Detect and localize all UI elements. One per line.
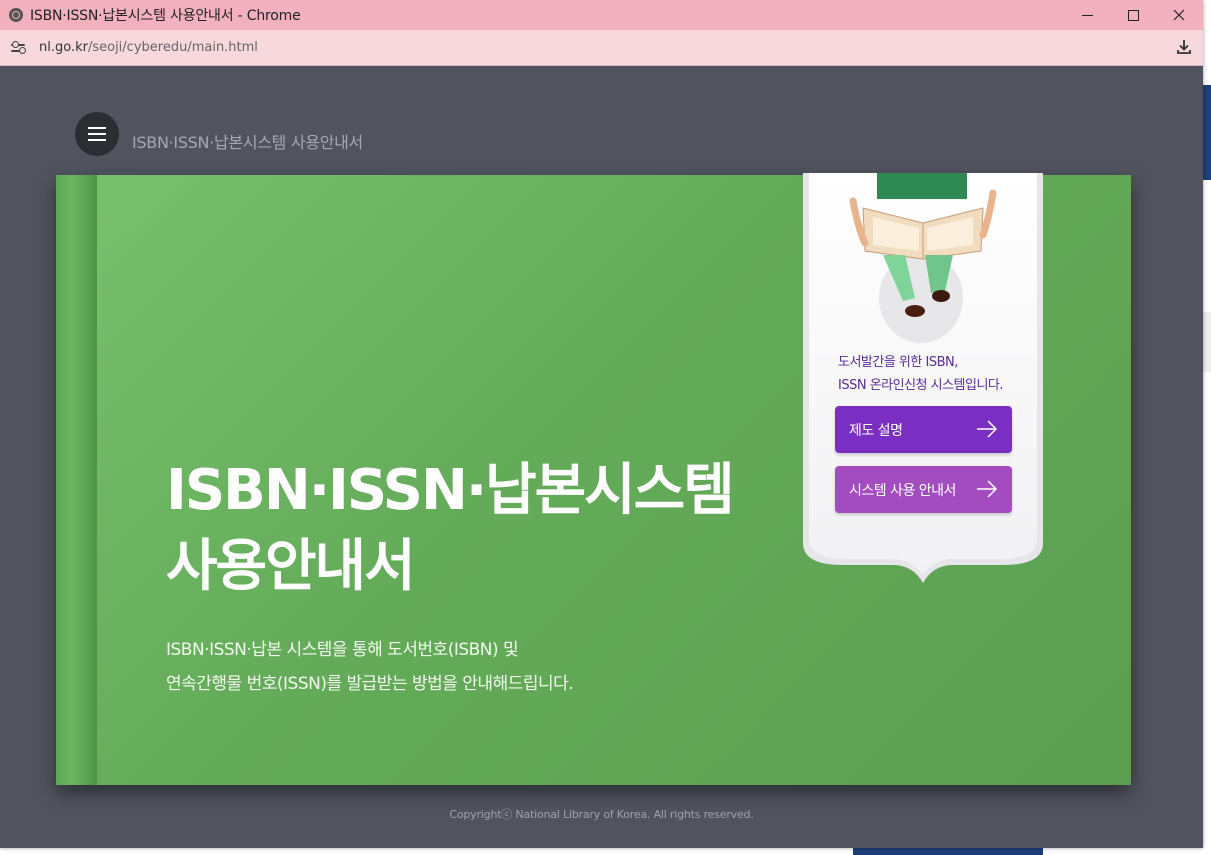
background-band: [1203, 312, 1211, 372]
minimize-icon: [1081, 14, 1093, 16]
window-title: ISBN·ISSN·납본시스템 사용안내서 - Chrome: [30, 8, 301, 24]
hamburger-icon: [88, 127, 106, 129]
title-bar[interactable]: ISBN·ISSN·납본시스템 사용안내서 - Chrome: [0, 0, 1203, 30]
book-spine: [56, 175, 97, 785]
bookmark-text-line1: 도서발간을 위한 ISBN,: [838, 355, 958, 370]
hero-title: ISBN·ISSN·납본시스템 사용안내서: [166, 453, 766, 605]
copyright-text: Copyrightⓒ National Library of Korea. Al…: [449, 808, 754, 821]
maximize-icon: [1127, 9, 1139, 21]
minimize-button[interactable]: [1064, 0, 1110, 30]
system-guide-button[interactable]: 시스템 사용 안내서: [835, 466, 1012, 513]
download-icon[interactable]: [1175, 38, 1193, 56]
page-content: ISBN·ISSN·납본시스템 사용안내서 ISBN·ISSN·납본시스템 사용…: [0, 66, 1203, 848]
hero-title-line2: 사용안내서: [166, 534, 416, 599]
bookmark-text-line2: ISSN 온라인신청 시스템입니다.: [838, 378, 1004, 393]
url-path: /seoji/cyberedu/main.html: [87, 40, 258, 55]
chrome-popup-window: ISBN·ISSN·납본시스템 사용안내서 - Chrome nl.go.kr/…: [0, 0, 1203, 848]
url-domain: nl.go.kr: [39, 40, 88, 55]
background-page: [1203, 0, 1211, 855]
address-bar[interactable]: nl.go.kr/seoji/cyberedu/main.html: [0, 30, 1203, 66]
page-title: ISBN·ISSN·납본시스템 사용안내서: [132, 133, 363, 152]
system-guide-label: 시스템 사용 안내서: [849, 482, 956, 499]
globe-icon: [9, 8, 23, 22]
menu-button[interactable]: [75, 112, 119, 156]
bookmark-panel: 도서발간을 위한 ISBN, ISSN 온라인신청 시스템입니다. 제도 설명 …: [803, 173, 1043, 583]
hero-desc-line2: 연속간행물 번호(ISSN)를 발급받는 방법을 안내해드립니다.: [166, 674, 574, 694]
system-explanation-label: 제도 설명: [849, 422, 903, 439]
system-explanation-button[interactable]: 제도 설명: [835, 406, 1012, 453]
close-button[interactable]: [1156, 0, 1202, 30]
url-text[interactable]: nl.go.kr/seoji/cyberedu/main.html: [39, 40, 258, 55]
site-settings-icon[interactable]: [11, 40, 29, 55]
maximize-button[interactable]: [1110, 0, 1156, 30]
arrow-right-icon: [977, 420, 998, 438]
hero-description: ISBN·ISSN·납본 시스템을 통해 도서번호(ISBN) 및 연속간행물 …: [166, 633, 686, 701]
bookmark-description: 도서발간을 위한 ISBN, ISSN 온라인신청 시스템입니다.: [838, 351, 1038, 397]
hero-title-line1: ISBN·ISSN·납본시스템: [166, 458, 735, 523]
book-cover: ISBN·ISSN·납본시스템 사용안내서 ISBN·ISSN·납본 시스템을 …: [56, 173, 1131, 785]
close-icon: [1173, 9, 1185, 21]
hero-desc-line1: ISBN·ISSN·납본 시스템을 통해 도서번호(ISBN) 및: [166, 640, 519, 660]
arrow-right-icon: [977, 480, 998, 498]
background-header-band: [1203, 85, 1211, 180]
